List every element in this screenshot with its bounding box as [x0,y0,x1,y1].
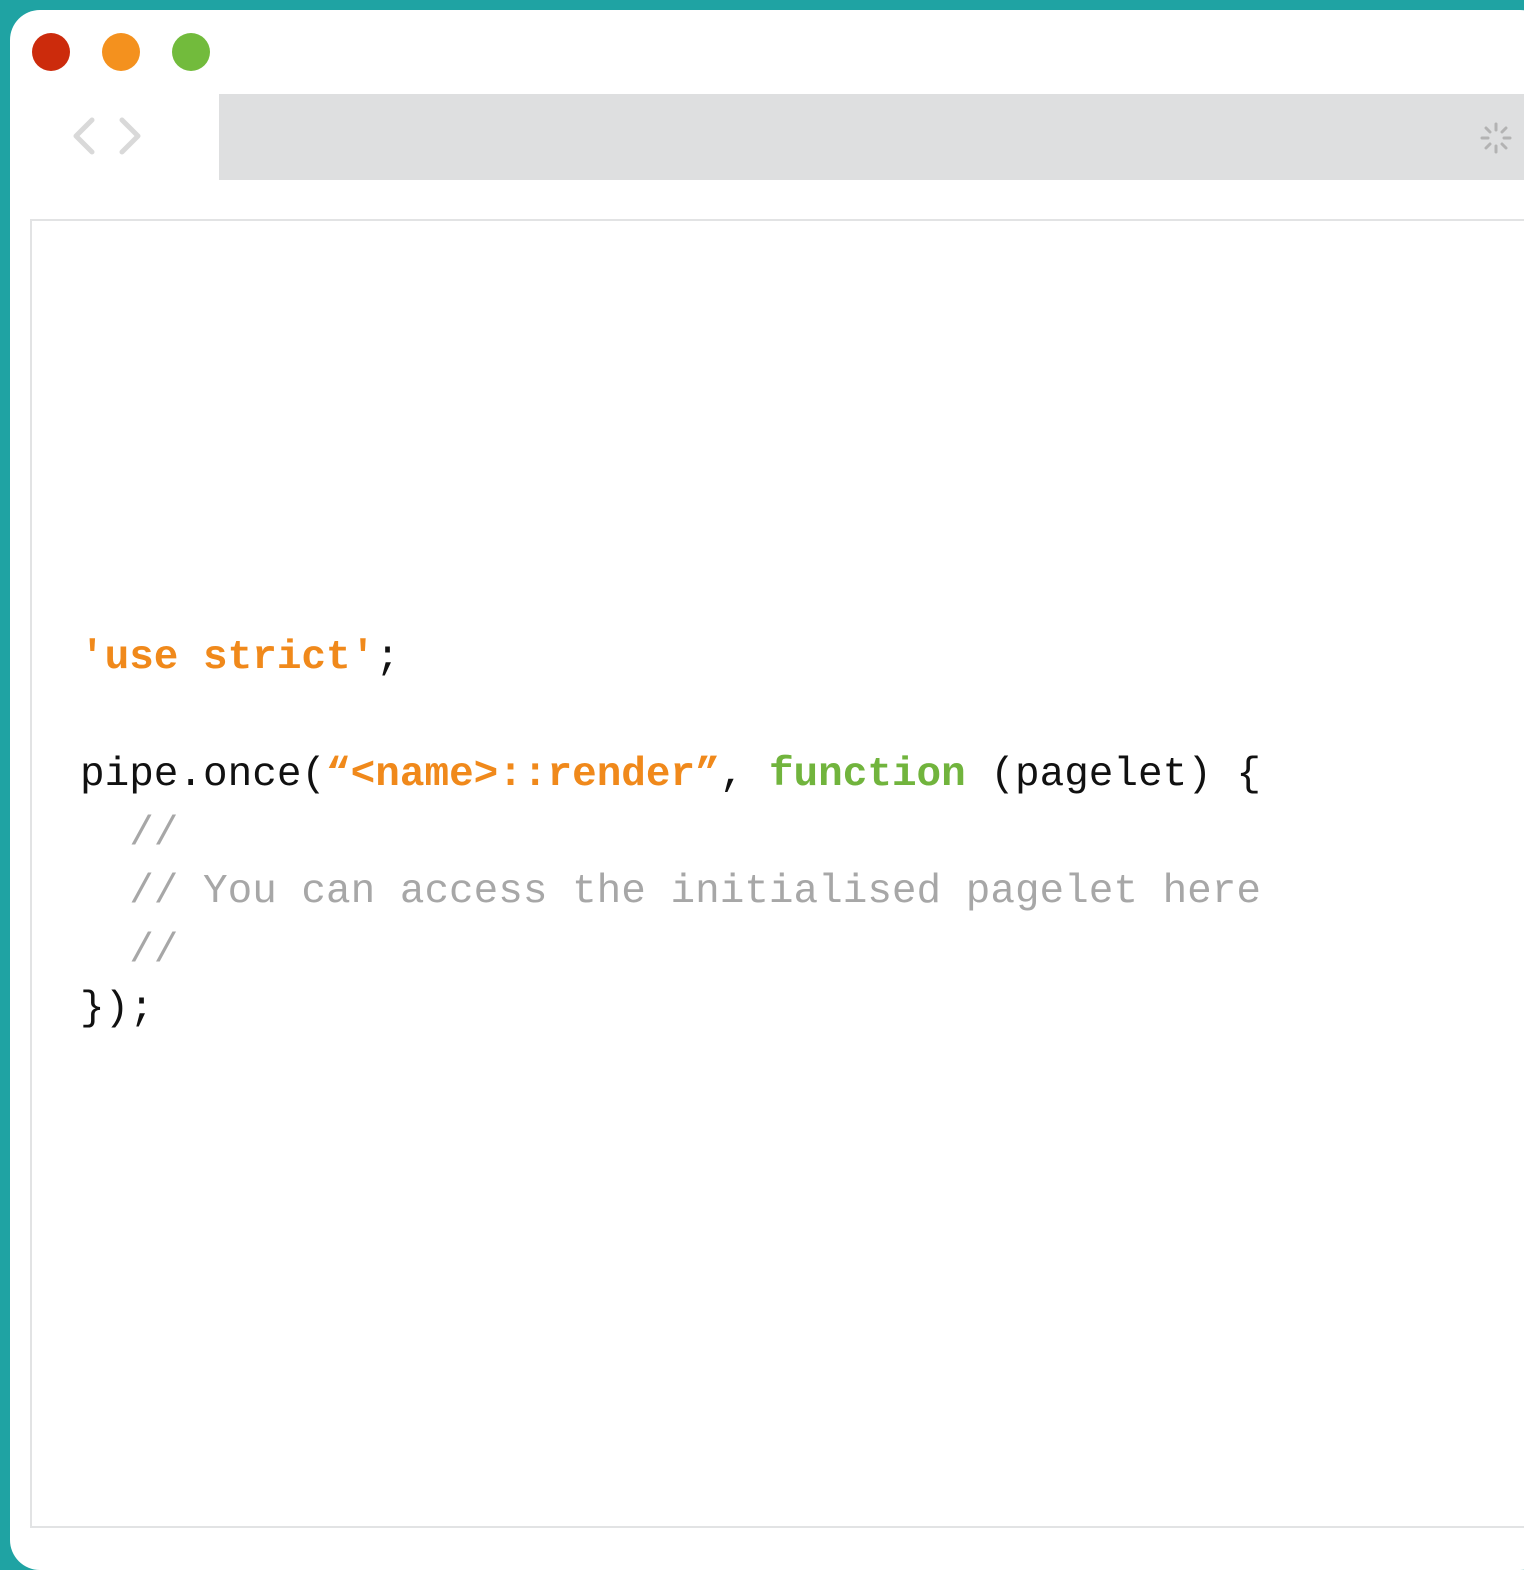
code-comment: // You can access the initialised pagele… [80,869,1261,915]
forward-button[interactable] [112,116,148,156]
browser-window: 'use strict';pipe.once(“<name>::render”,… [10,10,1524,1570]
event-string: “<name>::render” [326,752,720,798]
chevron-right-icon [119,117,141,155]
code-line-1: 'use strict'; [80,629,1261,688]
code-text: , [719,752,769,798]
code-snippet: 'use strict';pipe.once(“<name>::render”,… [80,629,1261,1039]
code-line-3: pipe.once(“<name>::render”, function (pa… [80,746,1261,805]
code-line-7: }); [80,986,154,1032]
chevron-left-icon [73,117,95,155]
address-bar[interactable] [219,94,1524,180]
string-literal: 'use strict' [80,635,376,681]
spinner-icon [1480,122,1512,154]
back-button[interactable] [66,116,102,156]
maximize-button[interactable] [172,33,210,71]
page-content: 'use strict';pipe.once(“<name>::render”,… [30,219,1524,1528]
code-comment: // [80,927,179,974]
code-comment: // [80,810,179,857]
minimize-button[interactable] [102,33,140,71]
function-keyword: function [768,752,966,798]
code-text: pipe.once( [80,752,327,798]
close-button[interactable] [32,33,70,71]
navigation-buttons [66,116,150,156]
code-text: (pagelet) { [965,752,1262,798]
punctuation: ; [375,635,400,681]
